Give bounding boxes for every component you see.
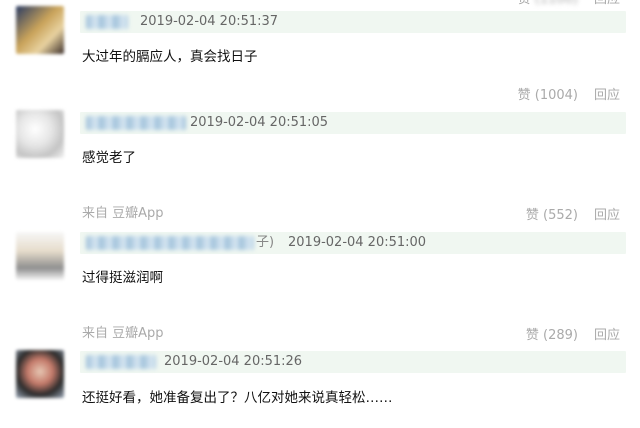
comment-footer: 赞 (1004) 回应: [0, 86, 640, 106]
username-suffix: 子): [256, 235, 275, 250]
comment-meta-bar: 2019-02-04 20:51:05: [80, 112, 626, 134]
username-link[interactable]: [86, 116, 186, 130]
like-button[interactable]: 赞 (552): [526, 206, 578, 226]
username-link[interactable]: [86, 15, 128, 29]
comment-text: 还挺好看，她准备复出了？八亿对她来说真轻松……: [82, 390, 393, 406]
comment-timestamp: 2019-02-04 20:51:00: [288, 235, 427, 250]
previous-comment-actions: 赞 (1100) 回应: [0, 0, 640, 9]
comment-timestamp: 2019-02-04 20:51:37: [140, 14, 279, 29]
reply-button[interactable]: 回应: [594, 86, 620, 106]
comment-footer: 来自 豆瓣App 赞 (289) 回应: [0, 324, 640, 344]
comment-meta-bar: 2019-02-04 20:51:37: [80, 11, 626, 33]
comment-timestamp: 2019-02-04 20:51:05: [190, 115, 329, 130]
comment-text: 感觉老了: [82, 150, 136, 166]
comment-text: 过得挺滋润啊: [82, 270, 163, 286]
user-avatar[interactable]: [16, 6, 64, 54]
like-button[interactable]: 赞 (289): [526, 326, 578, 346]
comment-meta-bar: 子) 2019-02-04 20:51:00: [80, 232, 626, 254]
comment-text: 大过年的膈应人，真会找日子: [82, 49, 258, 65]
like-button[interactable]: 赞 (1004): [518, 86, 578, 106]
reply-button[interactable]: 回应: [594, 326, 620, 346]
user-avatar[interactable]: [16, 350, 64, 398]
reply-button[interactable]: 回应: [594, 206, 620, 226]
comment-source: 来自 豆瓣App: [82, 206, 164, 221]
username-link[interactable]: [86, 355, 156, 369]
like-button[interactable]: 赞 (1100): [518, 0, 578, 9]
comment-timestamp: 2019-02-04 20:51:26: [164, 354, 303, 369]
username-link[interactable]: [86, 236, 254, 250]
comment-footer: 来自 豆瓣App 赞 (552) 回应: [0, 204, 640, 224]
comment-meta-bar: 2019-02-04 20:51:26: [80, 351, 626, 373]
reply-button[interactable]: 回应: [594, 0, 620, 9]
user-avatar[interactable]: [16, 232, 64, 280]
comment-source: 来自 豆瓣App: [82, 326, 164, 341]
user-avatar[interactable]: [16, 110, 64, 158]
